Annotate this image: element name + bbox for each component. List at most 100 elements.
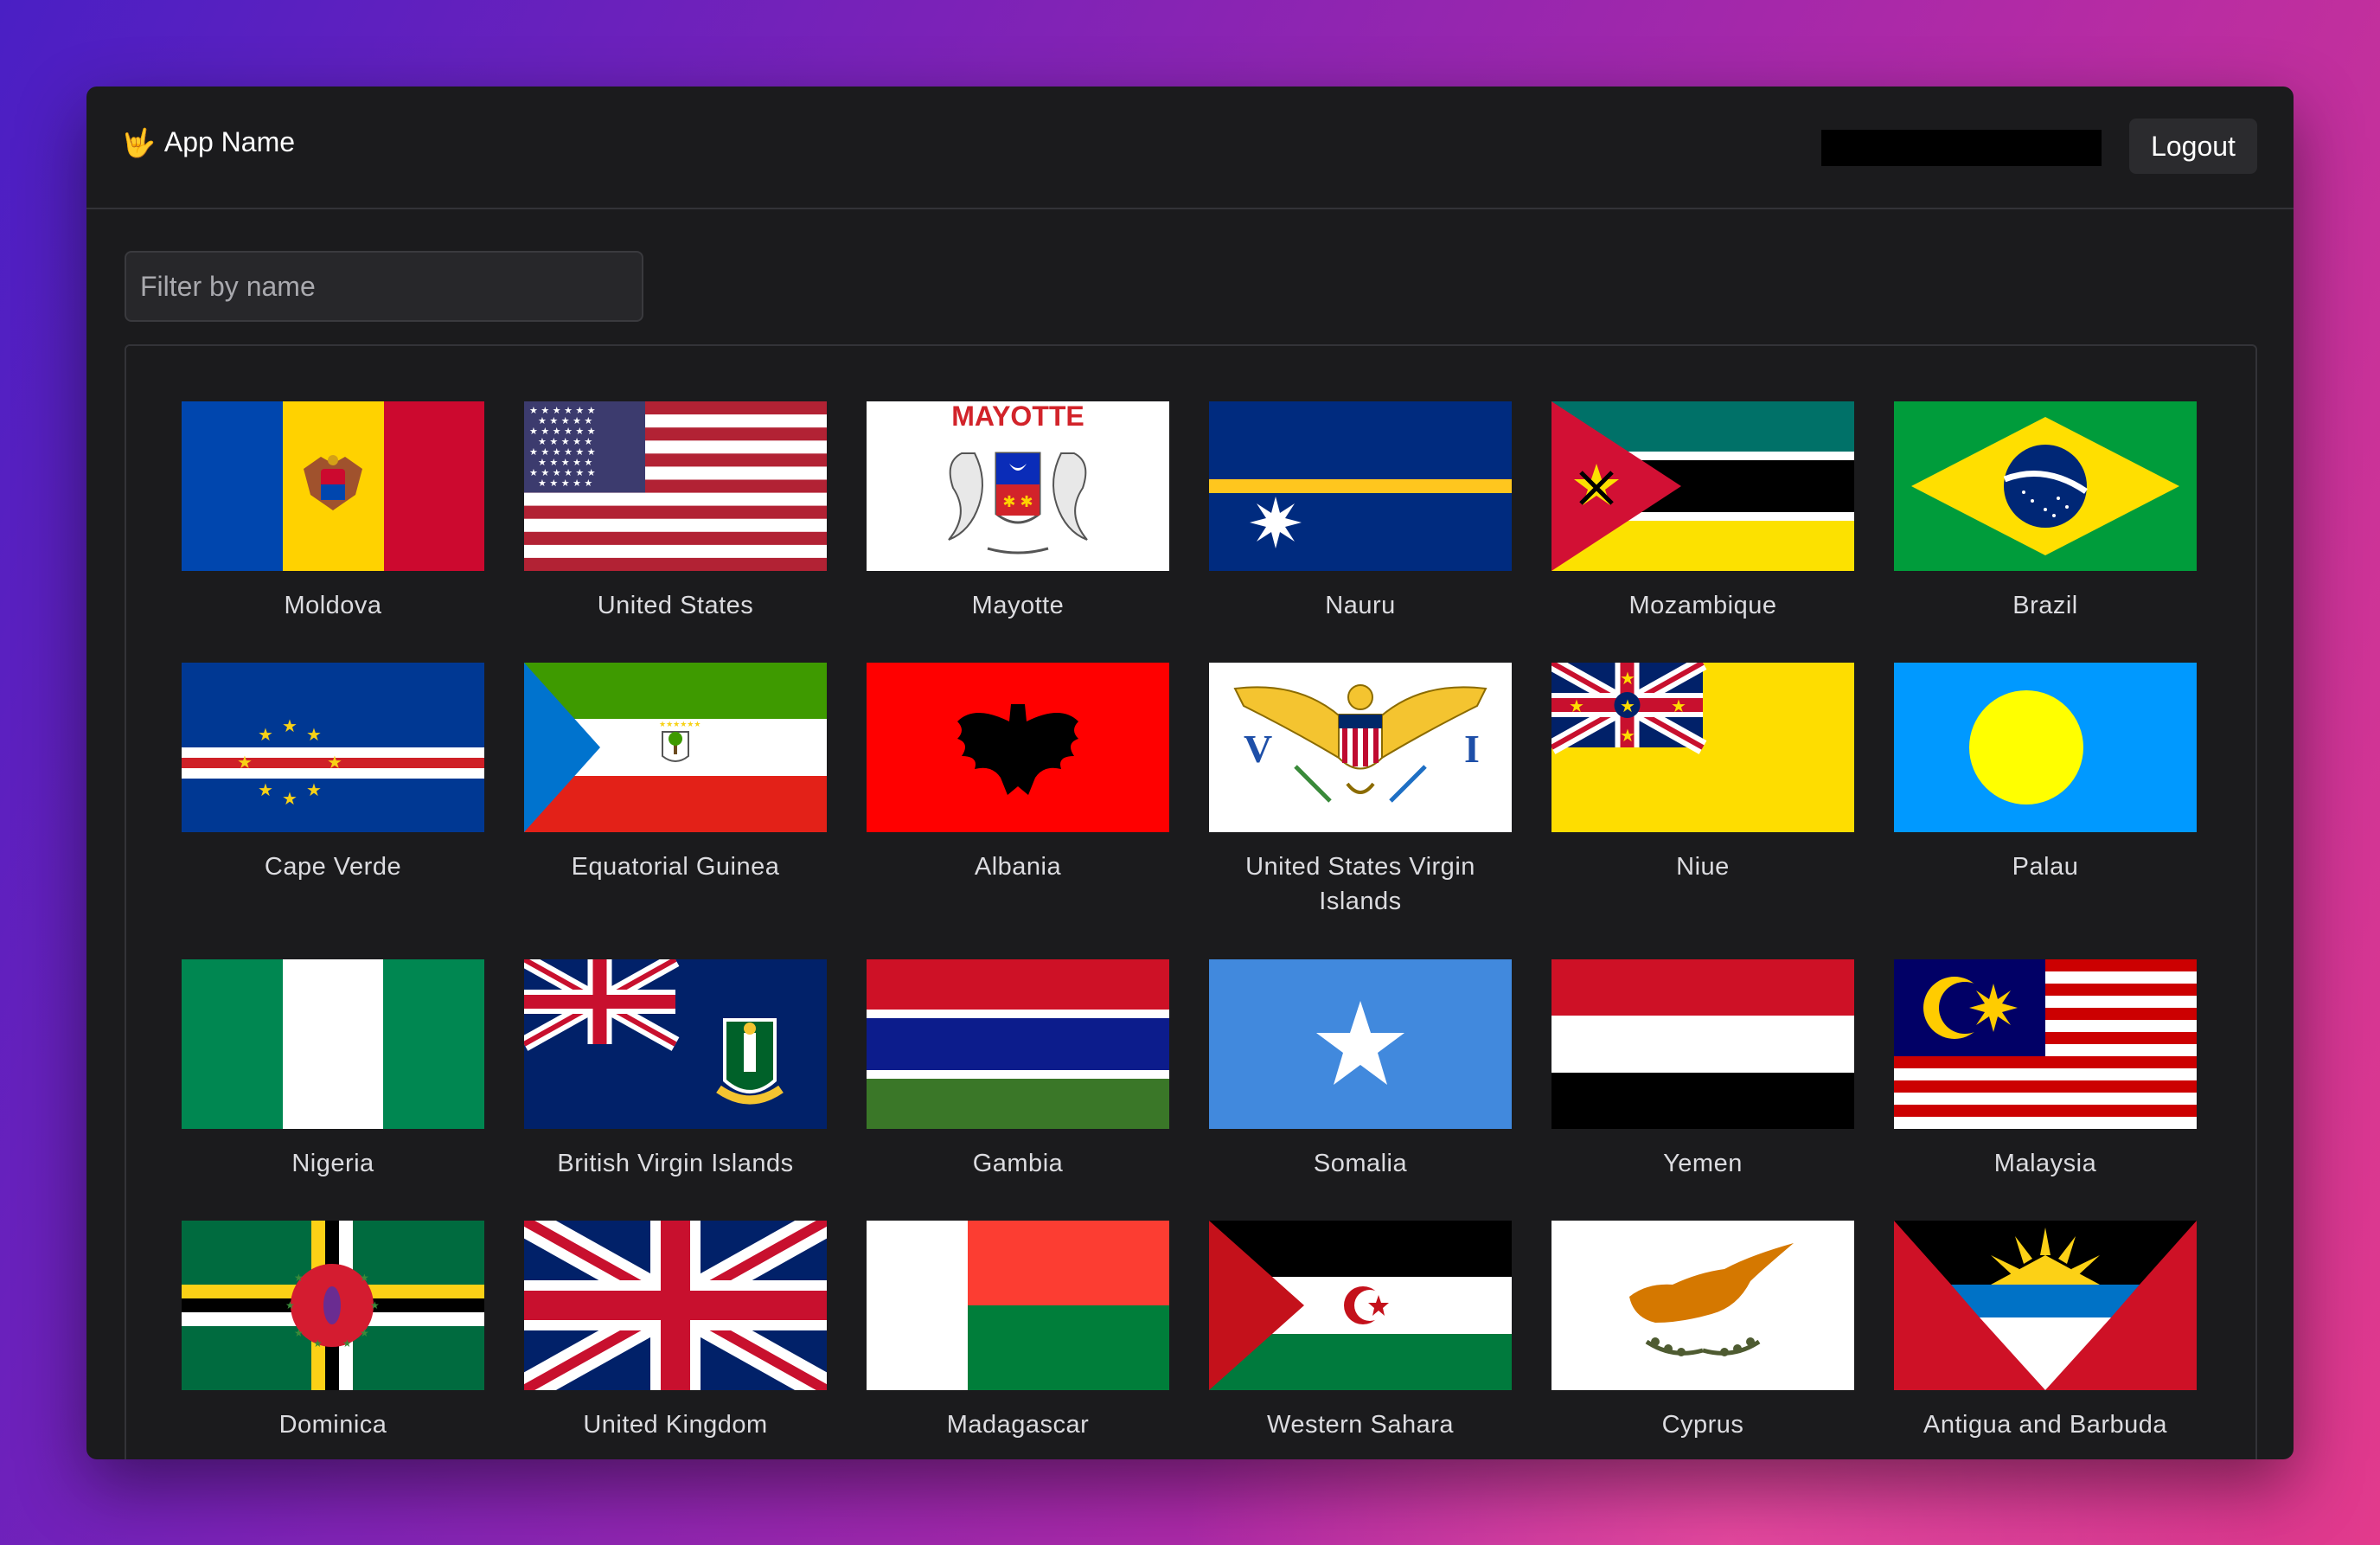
flag-equatorial-guinea: ★★★★★★ (524, 663, 827, 832)
flag-malaysia (1894, 959, 2197, 1129)
flag-somalia (1209, 959, 1512, 1129)
country-card-western-sahara[interactable]: Western Sahara (1209, 1221, 1512, 1442)
country-card-british-virgin-islands[interactable]: British Virgin Islands (524, 959, 827, 1181)
country-name: Malaysia (1993, 1150, 2097, 1177)
country-name: Palau (2012, 853, 2079, 881)
svg-text:★: ★ (1620, 725, 1635, 746)
flag-niue: ★ ★ ★ ★ ★ (1551, 663, 1854, 832)
svg-text:★: ★ (258, 779, 273, 800)
flag-antigua-and-barbuda (1894, 1221, 2197, 1390)
country-name: United Kingdom (583, 1411, 768, 1439)
country-name: Nigeria (291, 1150, 374, 1177)
top-navbar: 🤟 App Name Logout (86, 87, 2294, 209)
flag-madagascar (867, 1221, 1169, 1390)
country-card-united-kingdom[interactable]: United Kingdom (524, 1221, 827, 1442)
svg-text:★: ★ (342, 1337, 352, 1349)
country-card-equatorial-guinea[interactable]: ★★★★★★ Equatorial Guinea (524, 663, 827, 884)
country-name: Gambia (972, 1150, 1064, 1177)
flag-united-kingdom (524, 1221, 827, 1390)
redacted-user-name (1821, 130, 2102, 166)
brand[interactable]: 🤟 App Name (121, 126, 295, 158)
flag-cyprus (1551, 1221, 1854, 1390)
country-name: Yemen (1663, 1150, 1743, 1177)
country-card-united-states[interactable]: ★ ★ ★ ★ ★ ★ ★ ★ ★ ★ ★ ★ ★ ★ ★ ★ ★ ★ ★ ★ ★ ★… (524, 401, 827, 623)
svg-text:★: ★ (360, 1327, 369, 1339)
country-name: British Virgin Islands (557, 1150, 794, 1177)
svg-text:★: ★ (294, 1327, 304, 1339)
svg-text:★: ★ (370, 1299, 380, 1311)
logout-button[interactable]: Logout (2129, 119, 2257, 174)
mayotte-banner-text: MAYOTTE (951, 401, 1084, 432)
svg-text:★: ★ (313, 1337, 323, 1349)
country-card-antigua-and-barbuda[interactable]: Antigua and Barbuda (1894, 1221, 2197, 1442)
svg-text:★: ★ (1620, 668, 1635, 689)
flag-yemen (1551, 959, 1854, 1129)
country-name: Brazil (2012, 592, 2078, 619)
country-card-somalia[interactable]: Somalia (1209, 959, 1512, 1181)
flag-mayotte: MAYOTTE ✱ ✱ (867, 401, 1169, 571)
svg-text:★: ★ (1620, 696, 1635, 716)
flag-british-virgin-islands (524, 959, 827, 1129)
flag-nigeria (182, 959, 484, 1129)
flag-albania (867, 663, 1169, 832)
country-name: Mozambique (1628, 592, 1777, 619)
usvi-letter-v: V (1244, 727, 1272, 771)
country-card-moldova[interactable]: Moldova (182, 401, 484, 623)
country-card-cyprus[interactable]: Cyprus (1551, 1221, 1854, 1442)
svg-text:★: ★ (282, 715, 298, 736)
flag-dominica: ★ ★ ★ ★ ★ ★ ★ ★ (182, 1221, 484, 1390)
country-name: Somalia (1313, 1150, 1408, 1177)
filter-by-name-input[interactable] (125, 251, 643, 322)
svg-text:★: ★ (1569, 696, 1584, 716)
svg-text:★: ★ (294, 1272, 304, 1284)
country-card-albania[interactable]: Albania (867, 663, 1169, 884)
country-card-mozambique[interactable]: Mozambique (1551, 401, 1854, 623)
country-card-niue[interactable]: ★ ★ ★ ★ ★ Niue (1551, 663, 1854, 884)
flag-moldova (182, 401, 484, 571)
country-name: United States Virgin Islands (1245, 853, 1475, 915)
flag-united-states: ★ ★ ★ ★ ★ ★ ★ ★ ★ ★ ★ ★ ★ ★ ★ ★ ★ ★ ★ ★ ★ ★… (524, 401, 827, 571)
country-name: Antigua and Barbuda (1923, 1411, 2167, 1439)
country-card-yemen[interactable]: Yemen (1551, 959, 1854, 1181)
country-name: Western Sahara (1266, 1411, 1455, 1439)
country-name: Mayotte (971, 592, 1065, 619)
country-card-mayotte[interactable]: MAYOTTE ✱ ✱ Mayotte (867, 401, 1169, 623)
flag-gambia (867, 959, 1169, 1129)
flag-united-states-virgin-islands: V I (1209, 663, 1512, 832)
flag-mozambique (1551, 401, 1854, 571)
country-card-cape-verde[interactable]: ★ ★ ★ ★ ★ ★ ★ ★ Cape Verde (182, 663, 484, 884)
country-name: Cape Verde (264, 853, 402, 881)
svg-text:★: ★ (237, 752, 253, 772)
app-window: 🤟 App Name Logout Moldova (86, 87, 2294, 1459)
flags-panel: Moldova ★ ★ ★ ★ ★ ★ ★ ★ ★ ★ ★ ★ ★ ★ ★ ★ ★ ★… (125, 344, 2257, 1459)
country-card-nauru[interactable]: Nauru (1209, 401, 1512, 623)
svg-text:★: ★ (282, 788, 298, 809)
svg-text:★: ★ (306, 779, 322, 800)
country-card-nigeria[interactable]: Nigeria (182, 959, 484, 1181)
rock-hand-icon: 🤟 (121, 126, 156, 158)
svg-text:✱ ✱: ✱ ✱ (1002, 493, 1033, 510)
flag-palau (1894, 663, 2197, 832)
app-name: App Name (163, 126, 296, 157)
country-name: Moldova (284, 592, 382, 619)
usvi-letter-i: I (1464, 727, 1480, 771)
flag-western-sahara (1209, 1221, 1512, 1390)
country-card-brazil[interactable]: Brazil (1894, 401, 2197, 623)
country-card-gambia[interactable]: Gambia (867, 959, 1169, 1181)
country-name: United States (597, 592, 754, 619)
country-card-united-states-virgin-islands[interactable]: V I United States Virgin Islands (1209, 663, 1512, 919)
flag-cape-verde: ★ ★ ★ ★ ★ ★ ★ ★ (182, 663, 484, 832)
country-card-palau[interactable]: Palau (1894, 663, 2197, 884)
svg-text:★: ★ (1671, 696, 1686, 716)
country-name: Albania (974, 853, 1062, 881)
svg-text:★: ★ (285, 1299, 295, 1311)
country-card-dominica[interactable]: ★ ★ ★ ★ ★ ★ ★ ★ Dominica (182, 1221, 484, 1442)
svg-text:★: ★ (327, 752, 342, 772)
flag-brazil (1894, 401, 2197, 571)
country-card-malaysia[interactable]: Malaysia (1894, 959, 2197, 1181)
flag-nauru (1209, 401, 1512, 571)
country-name: Nauru (1325, 592, 1396, 619)
country-card-madagascar[interactable]: Madagascar (867, 1221, 1169, 1442)
country-name: Madagascar (946, 1411, 1090, 1439)
country-name: Dominica (278, 1411, 387, 1439)
